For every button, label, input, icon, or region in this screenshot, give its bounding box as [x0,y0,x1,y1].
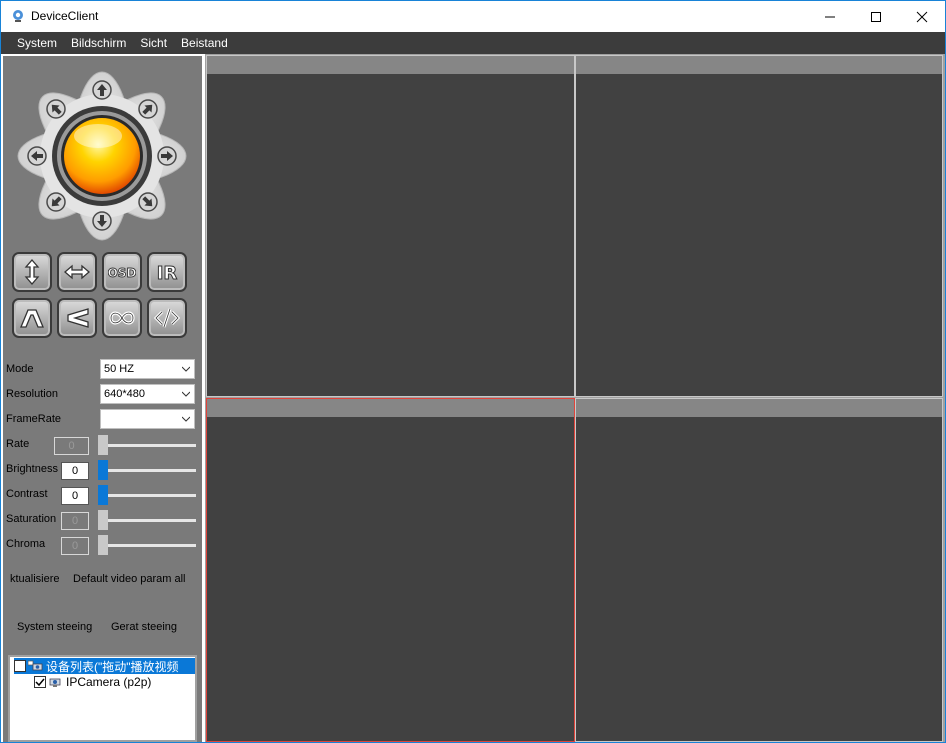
resolution-value: 640*480 [104,388,145,400]
framerate-select[interactable] [100,409,195,429]
ptz-control-pad [17,71,187,241]
menu-system[interactable]: System [10,36,64,50]
ir-icon: IR [156,263,178,285]
title-bar: DeviceClient [1,1,945,32]
ptz-left-button[interactable] [27,146,47,166]
contrast-value-field[interactable]: 0 [61,487,89,505]
chevron-down-icon [182,391,190,397]
ptz-down-button[interactable] [92,211,112,231]
minimize-button[interactable] [807,1,853,32]
contrast-slider-thumb[interactable] [98,485,108,505]
saturation-slider-track[interactable] [99,519,196,522]
horizontal-flip-button[interactable] [57,252,97,292]
code-icon [153,308,181,328]
camera-group-icon [28,660,43,671]
system-steering-button[interactable]: System steeing [17,621,92,633]
rate-slider-track[interactable] [99,444,196,447]
control-panel: OSD IR Mode 50 HZ Resolution 640*480 Fra… [3,56,202,742]
rate-slider-thumb[interactable] [98,435,108,455]
horizontal-arrows-icon [64,264,90,280]
tree-root-label: 设备列表("拖动"播放视频 [46,659,179,674]
tree-camera-checkbox[interactable] [34,676,46,688]
maximize-icon [871,11,881,22]
ptz-center-button[interactable] [52,106,152,206]
menu-sicht[interactable]: Sicht [133,36,174,50]
menu-bildschirm[interactable]: Bildschirm [64,36,133,50]
refresh-button[interactable]: ktualisiere [10,573,60,585]
rate-value-field[interactable]: 0 [54,437,89,455]
menu-bar: System Bildschirm Sicht Beistand [1,32,945,54]
svg-text:OSD: OSD [108,266,136,280]
video-pane-2[interactable] [575,55,943,397]
tree-camera-item[interactable]: IPCamera (p2p) [34,674,151,690]
tree-root-item[interactable]: 设备列表("拖动"播放视频 [14,658,195,674]
tree-camera-label: IPCamera (p2p) [66,675,152,689]
mode-value: 50 HZ [104,363,134,375]
vertical-arrows-icon [24,259,40,285]
patrol-vertical-button[interactable] [12,298,52,338]
left-chevron-icon [67,308,89,328]
framerate-label: FrameRate [6,413,62,425]
window-title: DeviceClient [31,9,99,23]
device-tree: 设备列表("拖动"播放视频 IPCamera (p2p) [8,655,197,742]
mode-label: Mode [6,363,34,375]
saturation-value-field[interactable]: 0 [61,512,89,530]
video-pane-1[interactable] [206,55,575,397]
close-button[interactable] [899,1,945,32]
osd-button[interactable]: OSD [102,252,142,292]
chevron-down-icon [182,416,190,422]
chroma-label: Chroma [6,538,46,550]
code-button[interactable] [147,298,187,338]
video-pane-header [207,399,574,417]
video-pane-3[interactable] [206,398,575,742]
brightness-slider-thumb[interactable] [98,460,108,480]
ptz-right-button[interactable] [157,146,177,166]
svg-text:IR: IR [157,263,178,284]
video-pane-header [207,56,574,74]
chroma-slider-thumb[interactable] [98,535,108,555]
saturation-label: Saturation [6,513,57,525]
osd-icon: OSD [108,266,136,281]
vertical-flip-button[interactable] [12,252,52,292]
default-video-param-button[interactable]: Default video param all [73,573,186,585]
video-pane-4[interactable] [575,398,943,742]
tree-root-checkbox[interactable] [14,660,26,672]
brightness-slider-track[interactable] [99,469,196,472]
resolution-select[interactable]: 640*480 [100,384,195,404]
app-camera-icon [13,10,23,22]
infinity-icon [109,311,135,325]
ir-button[interactable]: IR [147,252,187,292]
video-pane-header [576,399,942,417]
chroma-slider-track[interactable] [99,544,196,547]
brightness-label: Brightness [6,463,58,475]
brightness-value-field[interactable]: 0 [61,462,89,480]
video-grid [205,54,945,742]
video-pane-header [576,56,942,74]
gerat-steering-button[interactable]: Gerat steeing [111,621,177,633]
rate-label: Rate [6,438,30,450]
close-icon [916,11,928,22]
resolution-label: Resolution [6,388,58,400]
maximize-button[interactable] [853,1,899,32]
contrast-label: Contrast [6,488,48,500]
menu-beistand[interactable]: Beistand [174,36,235,50]
ptz-up-button[interactable] [92,80,112,100]
up-chevron-icon [20,309,44,328]
checkmark-icon [35,678,45,687]
mode-select[interactable]: 50 HZ [100,359,195,379]
device-client-window: DeviceClient System Bildschirm Sicht Bei… [0,0,946,743]
cruise-button[interactable] [102,298,142,338]
chroma-value-field[interactable]: 0 [61,537,89,555]
saturation-slider-thumb[interactable] [98,510,108,530]
camera-icon [49,678,61,687]
chevron-down-icon [182,366,190,372]
patrol-horizontal-button[interactable] [57,298,97,338]
contrast-slider-track[interactable] [99,494,196,497]
minimize-icon [825,16,835,17]
